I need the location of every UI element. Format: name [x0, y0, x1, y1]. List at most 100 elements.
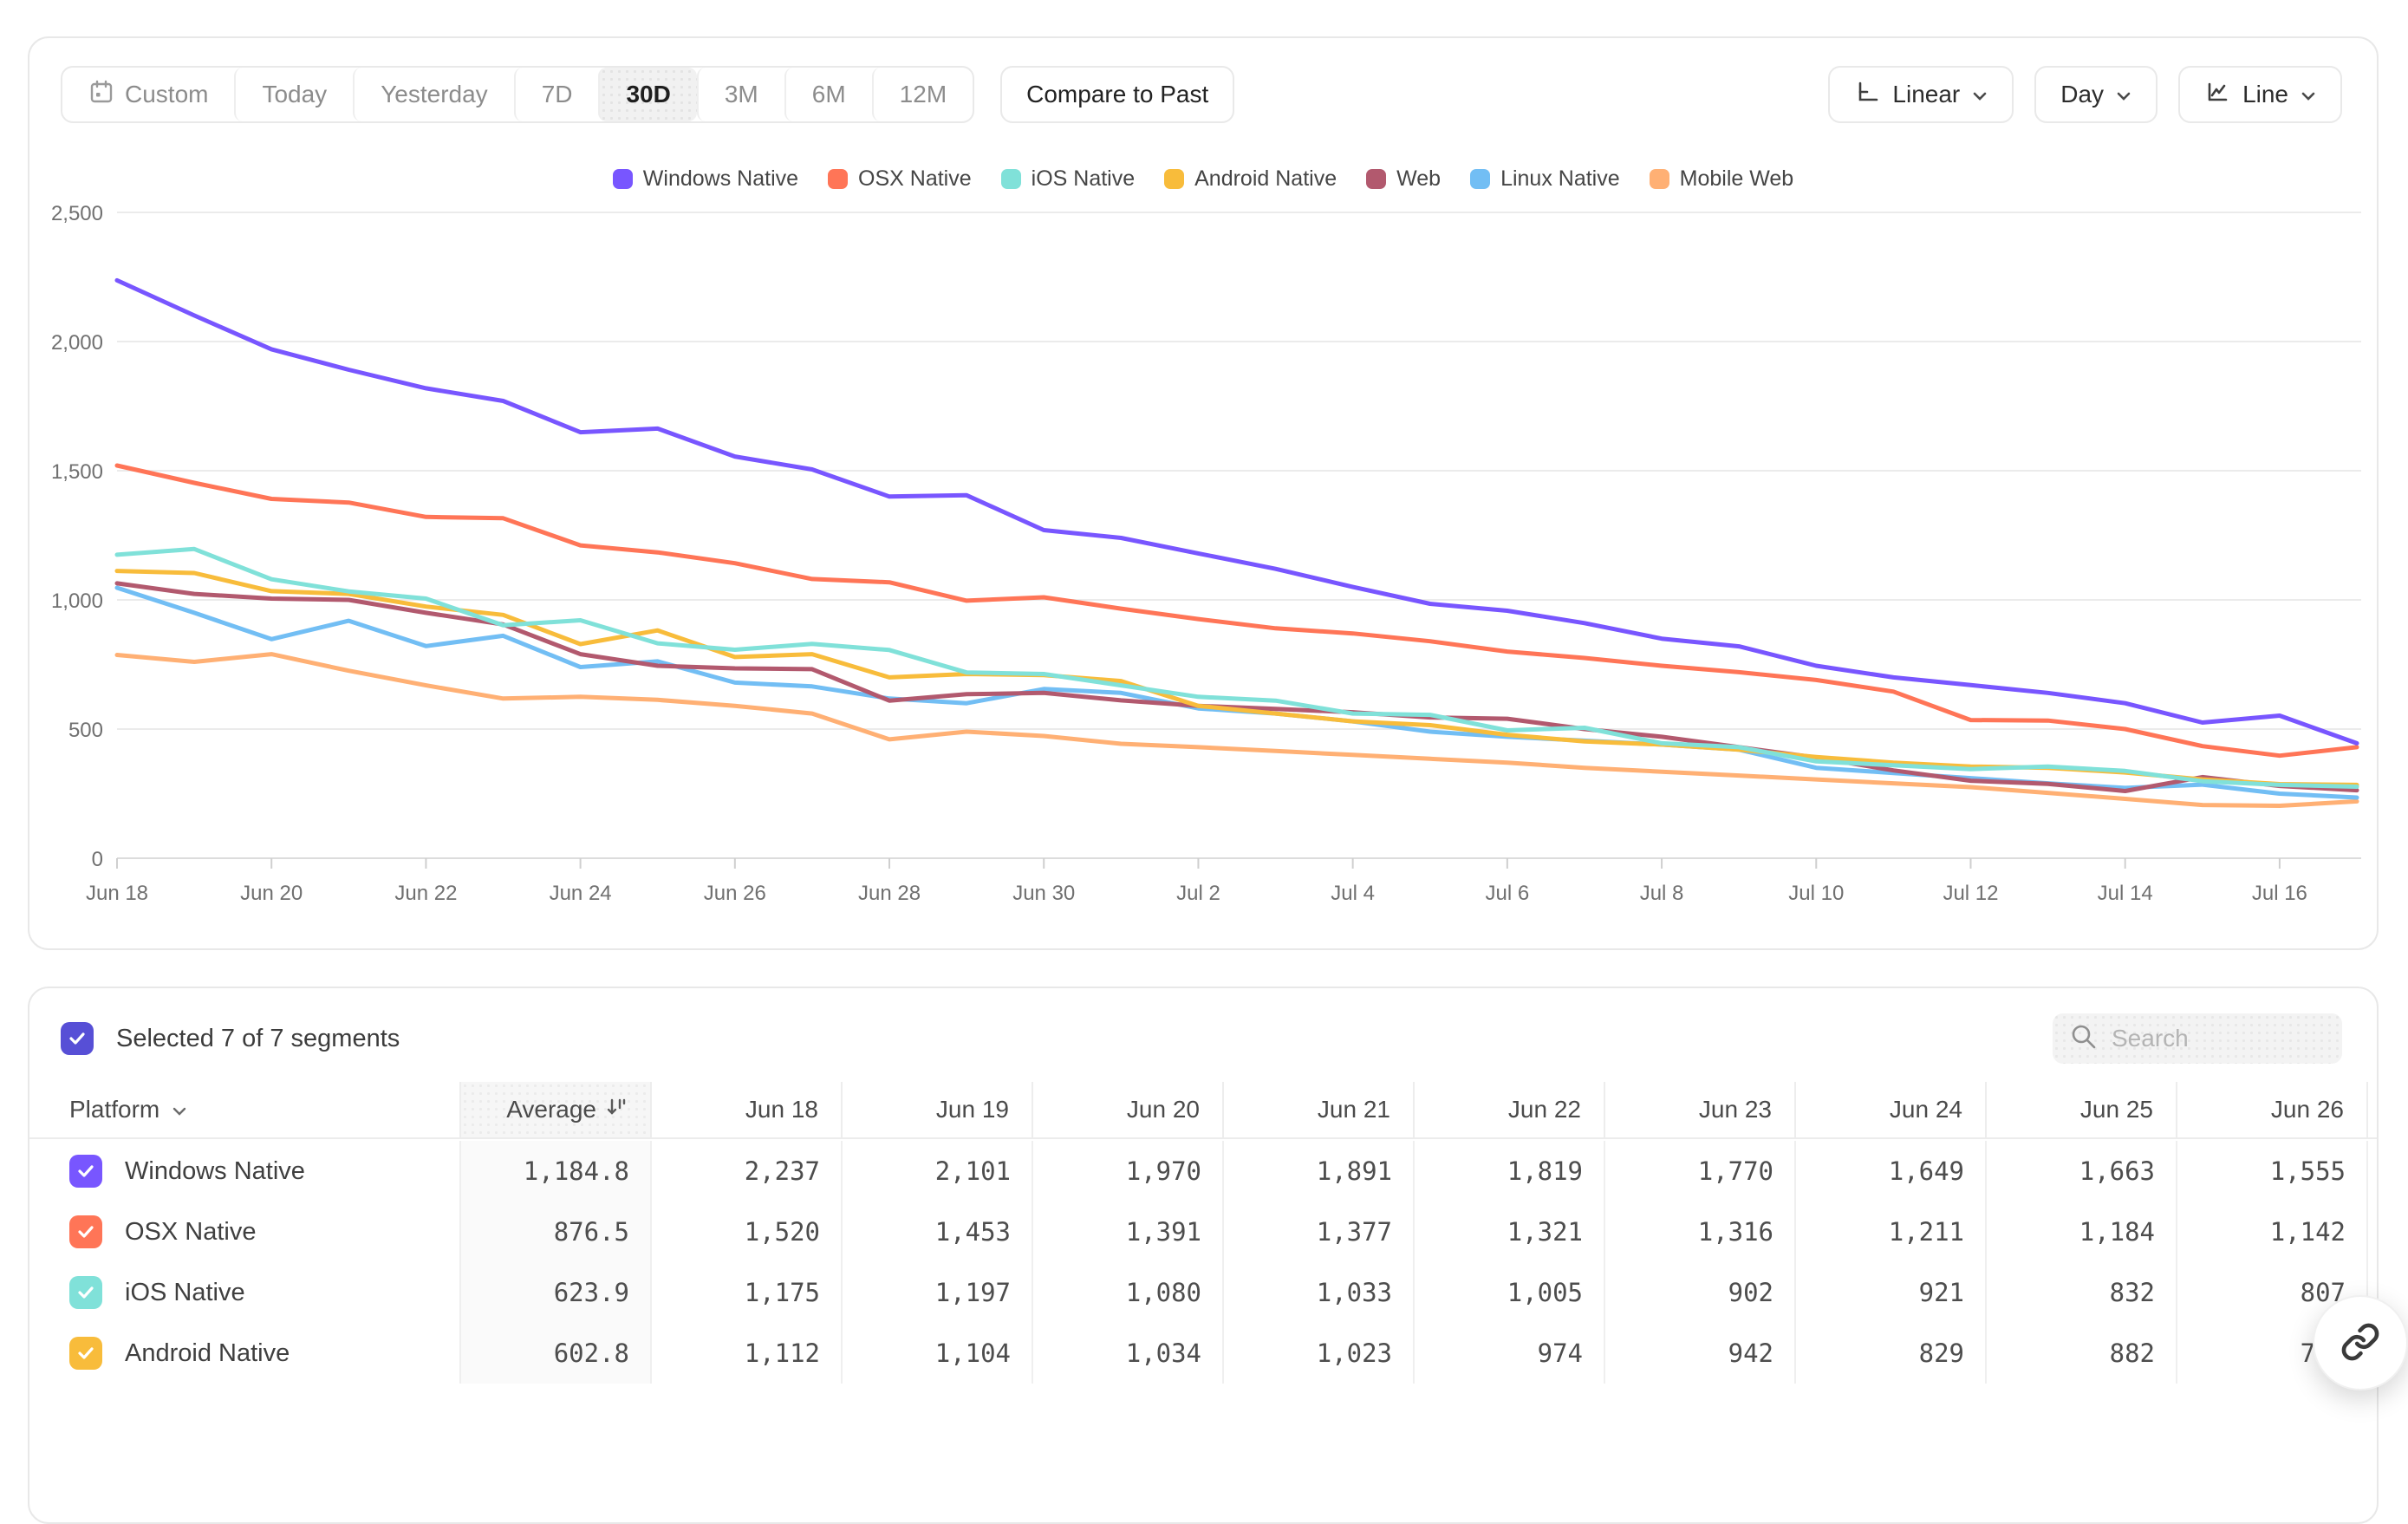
column-header-label: Jun 19 [936, 1096, 1009, 1123]
chart-type-label: Line [2242, 81, 2288, 108]
x-axis-label: Jul 8 [1640, 882, 1684, 905]
column-header-label: Platform [69, 1096, 159, 1123]
x-axis-label: Jun 18 [86, 882, 148, 905]
value-cell: 942 [1605, 1323, 1796, 1384]
value-cell: 1,891 [1224, 1141, 1415, 1202]
compare-to-past-button[interactable]: Compare to Past [1000, 66, 1234, 123]
platform-label: Windows Native [125, 1157, 305, 1186]
range-option-12m[interactable]: 12M [872, 68, 973, 121]
column-header-label: Average [506, 1096, 596, 1123]
value-cell: 1,453 [843, 1202, 1033, 1262]
column-header-jun-18[interactable]: Jun 18 [652, 1082, 843, 1137]
column-header-jun-21[interactable]: Jun 21 [1224, 1082, 1415, 1137]
chevron-down-icon [1972, 81, 1988, 108]
line-chart[interactable]: 05001,0001,5002,0002,500Jun 18Jun 20Jun … [29, 186, 2380, 948]
value-cell: 1,377 [1224, 1202, 1415, 1262]
chevron-down-icon [172, 1096, 187, 1123]
column-header-average[interactable]: Average [461, 1082, 652, 1137]
column-header-jun-22[interactable]: Jun 22 [1415, 1082, 1605, 1137]
average-cell: 876.5 [461, 1202, 652, 1262]
x-axis-label: Jul 12 [1943, 882, 1998, 905]
table-body: Windows Native1,184.82,2372,1011,9701,89… [29, 1141, 2377, 1384]
range-option-3m[interactable]: 3M [697, 68, 784, 121]
column-header-label: Jun 22 [1508, 1096, 1581, 1123]
column-header-jun-25[interactable]: Jun 25 [1987, 1082, 2177, 1137]
interval-dropdown[interactable]: Day [2034, 66, 2157, 123]
column-header-label: Jun 18 [745, 1096, 818, 1123]
row-checkbox[interactable] [69, 1215, 102, 1248]
x-axis-label: Jul 16 [2252, 882, 2307, 905]
date-range-selector: Custom Today Yesterday 7D30D 3M 6M12M [61, 66, 974, 123]
range-option-label: Yesterday [381, 81, 488, 108]
select-all-checkbox[interactable] [61, 1022, 94, 1055]
range-option-label: 3M [725, 81, 758, 108]
search-icon [2070, 1023, 2098, 1055]
column-header-jun-26[interactable]: Jun 26 [2177, 1082, 2368, 1137]
scale-label: Linear [1892, 81, 1960, 108]
y-axis-label: 500 [68, 719, 103, 742]
table-row: iOS Native623.91,1751,1971,0801,0331,005… [29, 1262, 2377, 1323]
x-axis-label: Jul 4 [1331, 882, 1375, 905]
x-axis-label: Jun 20 [240, 882, 303, 905]
calendar-icon [88, 79, 114, 111]
table-row: Windows Native1,184.82,2372,1011,9701,89… [29, 1141, 2377, 1202]
platform-cell: iOS Native [29, 1262, 461, 1323]
share-link-fab[interactable] [2313, 1295, 2408, 1390]
value-cell: 882 [1987, 1323, 2177, 1384]
column-header-label: Jun 20 [1127, 1096, 1200, 1123]
row-checkbox[interactable] [69, 1337, 102, 1370]
value-cell: 1,555 [2177, 1141, 2368, 1202]
row-checkbox[interactable] [69, 1155, 102, 1188]
value-cell: 832 [1987, 1262, 2177, 1323]
platform-label: Android Native [125, 1339, 290, 1368]
value-cell: 1,197 [843, 1262, 1033, 1323]
range-option-7d[interactable]: 7D [514, 68, 599, 121]
chart-type-dropdown[interactable]: Line [2178, 66, 2342, 123]
column-header-jun-20[interactable]: Jun 20 [1033, 1082, 1224, 1137]
value-cell: 1,080 [1033, 1262, 1224, 1323]
search-input[interactable] [2112, 1025, 2311, 1052]
value-cell: 1,175 [652, 1262, 843, 1323]
value-cell: 2,237 [652, 1141, 843, 1202]
value-cell: 1,112 [652, 1323, 843, 1384]
platform-cell: Windows Native [29, 1141, 461, 1202]
value-cell: 1,970 [1033, 1141, 1224, 1202]
value-cell: 1,005 [1415, 1262, 1605, 1323]
table-header-bar: Selected 7 of 7 segments [61, 1011, 2342, 1066]
table-row: OSX Native876.51,5201,4531,3911,3771,321… [29, 1202, 2377, 1262]
range-option-30d[interactable]: 30D [598, 68, 696, 121]
value-cell: 1,391 [1033, 1202, 1224, 1262]
range-option-today[interactable]: Today [234, 68, 353, 121]
value-cell: 1,104 [843, 1323, 1033, 1384]
platform-cell: OSX Native [29, 1202, 461, 1262]
range-option-yesterday[interactable]: Yesterday [353, 68, 514, 121]
series-line-web [117, 583, 2357, 791]
column-header-jun-19[interactable]: Jun 19 [843, 1082, 1033, 1137]
platform-label: iOS Native [125, 1279, 245, 1307]
column-header-jun-23[interactable]: Jun 23 [1605, 1082, 1796, 1137]
column-header-label: Jun 21 [1318, 1096, 1390, 1123]
x-axis-label: Jul 10 [1788, 882, 1844, 905]
search-box[interactable] [2053, 1013, 2342, 1064]
table-header-row: Platform Average Jun 18 Jun 19 Jun 20 Jun 21 J… [29, 1082, 2377, 1139]
value-cell: 829 [1796, 1323, 1987, 1384]
y-axis-label: 1,500 [51, 460, 103, 484]
column-header-platform[interactable]: Platform [29, 1082, 461, 1137]
average-cell: 623.9 [461, 1262, 652, 1323]
scale-dropdown[interactable]: Linear [1828, 66, 2014, 123]
x-axis-label: Jun 30 [1012, 882, 1075, 905]
series-line-android-native [117, 571, 2357, 785]
x-axis-label: Jun 24 [550, 882, 612, 905]
linear-axis-icon [1854, 79, 1880, 111]
value-cell: 1,321 [1415, 1202, 1605, 1262]
range-option-custom[interactable]: Custom [62, 68, 234, 121]
selected-summary: Selected 7 of 7 segments [116, 1025, 400, 1053]
row-checkbox[interactable] [69, 1276, 102, 1309]
platform-label: OSX Native [125, 1218, 257, 1247]
value-cell: 902 [1605, 1262, 1796, 1323]
range-option-6m[interactable]: 6M [784, 68, 872, 121]
column-header-jun-24[interactable]: Jun 24 [1796, 1082, 1987, 1137]
value-cell: 1,142 [2177, 1202, 2368, 1262]
y-axis-label: 0 [92, 848, 103, 871]
range-option-label: Today [262, 81, 327, 108]
